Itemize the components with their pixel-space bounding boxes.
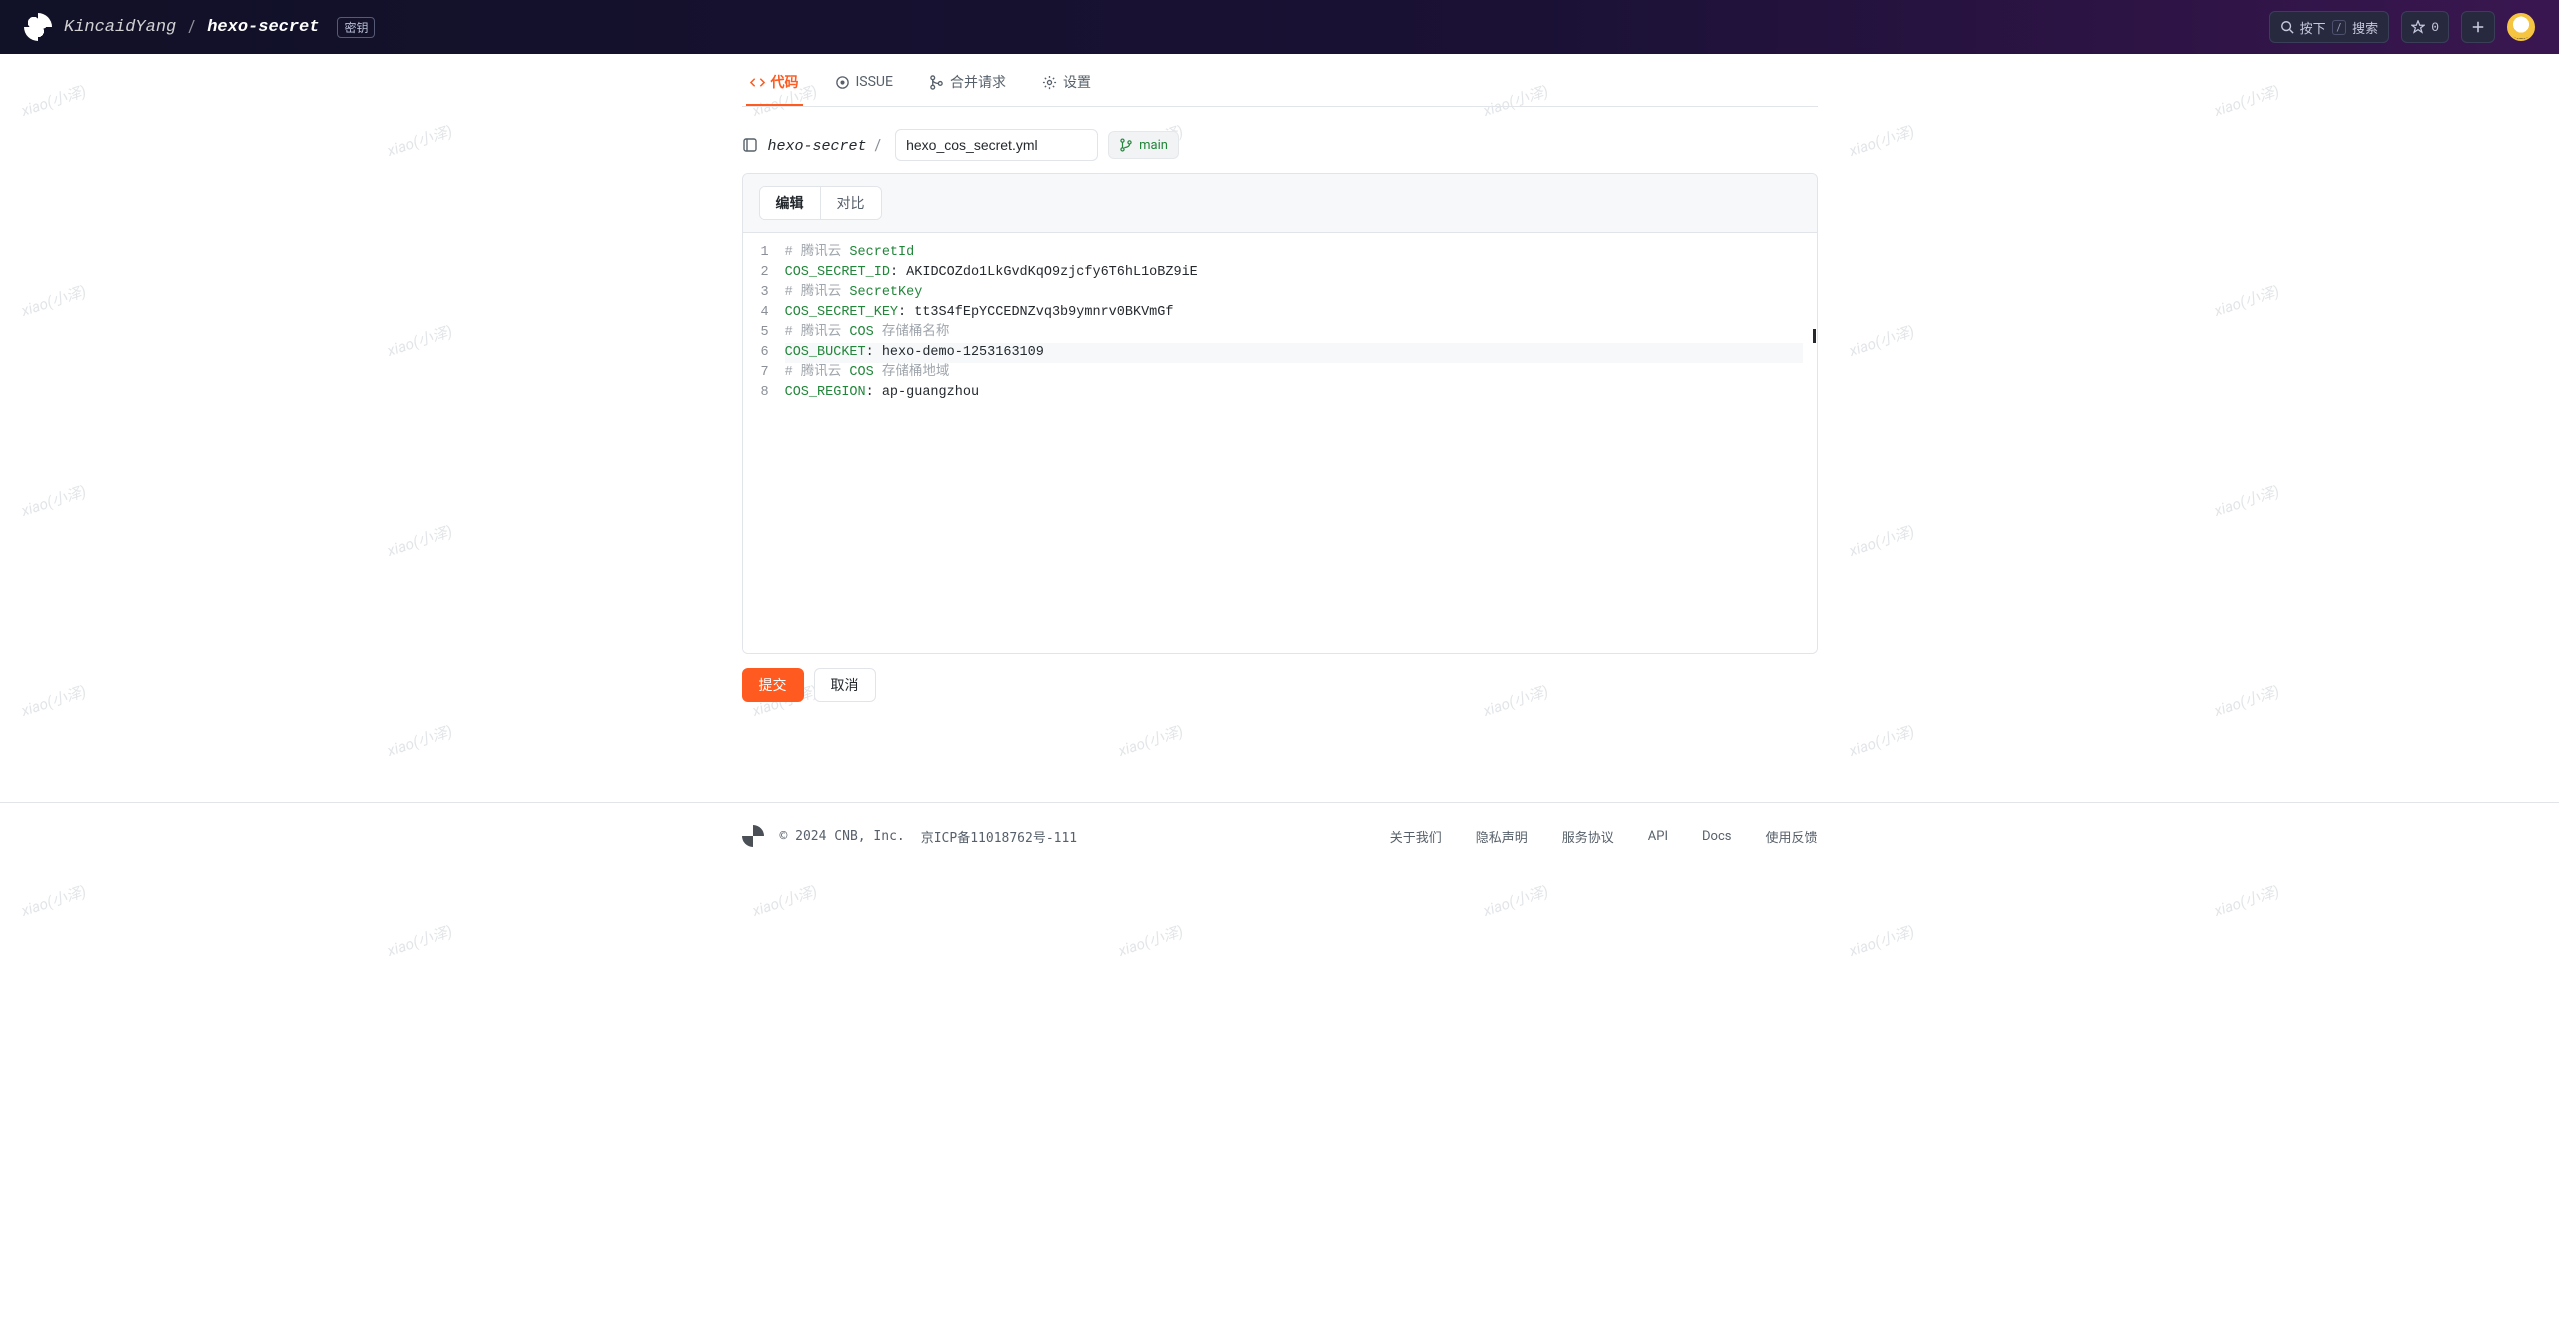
tab-settings-label: 设置 [1063, 72, 1091, 92]
footer-api[interactable]: API [1648, 829, 1668, 844]
cursor-indicator [1813, 329, 1816, 343]
breadcrumb: hexo-secret / [768, 135, 886, 155]
action-row: 提交 取消 [742, 668, 1818, 702]
file-path-row: hexo-secret / main [742, 129, 1818, 161]
footer-terms[interactable]: 服务协议 [1562, 827, 1614, 846]
avatar[interactable] [2507, 13, 2535, 41]
breadcrumb-repo[interactable]: hexo-secret [768, 138, 867, 155]
code-area[interactable]: # 腾讯云 SecretIdCOS_SECRET_ID: AKIDCOZdo1L… [779, 233, 1817, 653]
footer: © 2024 CNB, Inc. 京ICP备11018762号-111 关于我们… [742, 803, 1818, 869]
site-logo-icon[interactable] [24, 13, 52, 41]
editor-card: 编辑 对比 12345678 # 腾讯云 SecretIdCOS_SECRET_… [742, 173, 1818, 654]
editor-mode-toggle: 编辑 对比 [759, 186, 882, 220]
git-merge-icon [929, 75, 944, 90]
tab-settings[interactable]: 设置 [1038, 58, 1095, 106]
footer-wrap: © 2024 CNB, Inc. 京ICP备11018762号-111 关于我们… [0, 802, 2559, 869]
filename-input[interactable] [895, 129, 1098, 161]
editor-toolbar: 编辑 对比 [743, 174, 1817, 233]
plus-icon [2471, 20, 2485, 34]
star-button[interactable]: 0 [2401, 11, 2449, 43]
repo-owner[interactable]: KincaidYang [64, 18, 176, 37]
code-editor[interactable]: 12345678 # 腾讯云 SecretIdCOS_SECRET_ID: AK… [743, 233, 1817, 653]
tab-issue-label: ISSUE [856, 74, 893, 90]
tab-code-label: 代码 [771, 72, 799, 92]
edit-tab[interactable]: 编辑 [760, 187, 820, 219]
footer-about[interactable]: 关于我们 [1390, 827, 1442, 846]
path-sep: / [188, 17, 195, 37]
breadcrumb-sep: / [875, 135, 882, 154]
issue-icon [835, 75, 850, 90]
icp[interactable]: 京ICP备11018762号-111 [921, 827, 1077, 846]
gear-icon [1042, 75, 1057, 90]
branch-chip[interactable]: main [1108, 131, 1179, 159]
tab-issue[interactable]: ISSUE [831, 58, 897, 106]
search-trigger[interactable]: 按下 / 搜索 [2269, 11, 2390, 43]
repo-tabs: 代码 ISSUE 合并请求 设置 [742, 58, 1818, 107]
search-icon [2280, 20, 2294, 34]
diff-tab[interactable]: 对比 [820, 187, 881, 219]
tab-code[interactable]: 代码 [746, 58, 803, 106]
footer-feedback[interactable]: 使用反馈 [1765, 827, 1817, 846]
footer-logo-icon [742, 825, 764, 847]
search-hint-right: 搜索 [2352, 18, 2378, 37]
branch-name: main [1139, 138, 1168, 153]
search-hint-left: 按下 [2300, 18, 2326, 37]
star-count: 0 [2431, 20, 2439, 35]
secret-badge: 密钥 [337, 17, 375, 38]
git-branch-icon [1119, 138, 1133, 152]
tab-merge[interactable]: 合并请求 [925, 58, 1010, 106]
code-icon [750, 75, 765, 90]
copyright: © 2024 CNB, Inc. [780, 829, 905, 844]
cancel-button[interactable]: 取消 [814, 668, 876, 702]
tab-merge-label: 合并请求 [950, 72, 1006, 92]
submit-button[interactable]: 提交 [742, 668, 804, 702]
footer-privacy[interactable]: 隐私声明 [1476, 827, 1528, 846]
repo-icon [742, 137, 758, 153]
line-gutter: 12345678 [743, 233, 779, 653]
top-header: KincaidYang / hexo-secret 密钥 按下 / 搜索 0 [0, 0, 2559, 54]
footer-docs[interactable]: Docs [1702, 829, 1731, 844]
create-button[interactable] [2461, 11, 2495, 43]
search-kbd: / [2332, 20, 2347, 35]
star-icon [2411, 20, 2425, 34]
repo-name[interactable]: hexo-secret [207, 18, 319, 37]
